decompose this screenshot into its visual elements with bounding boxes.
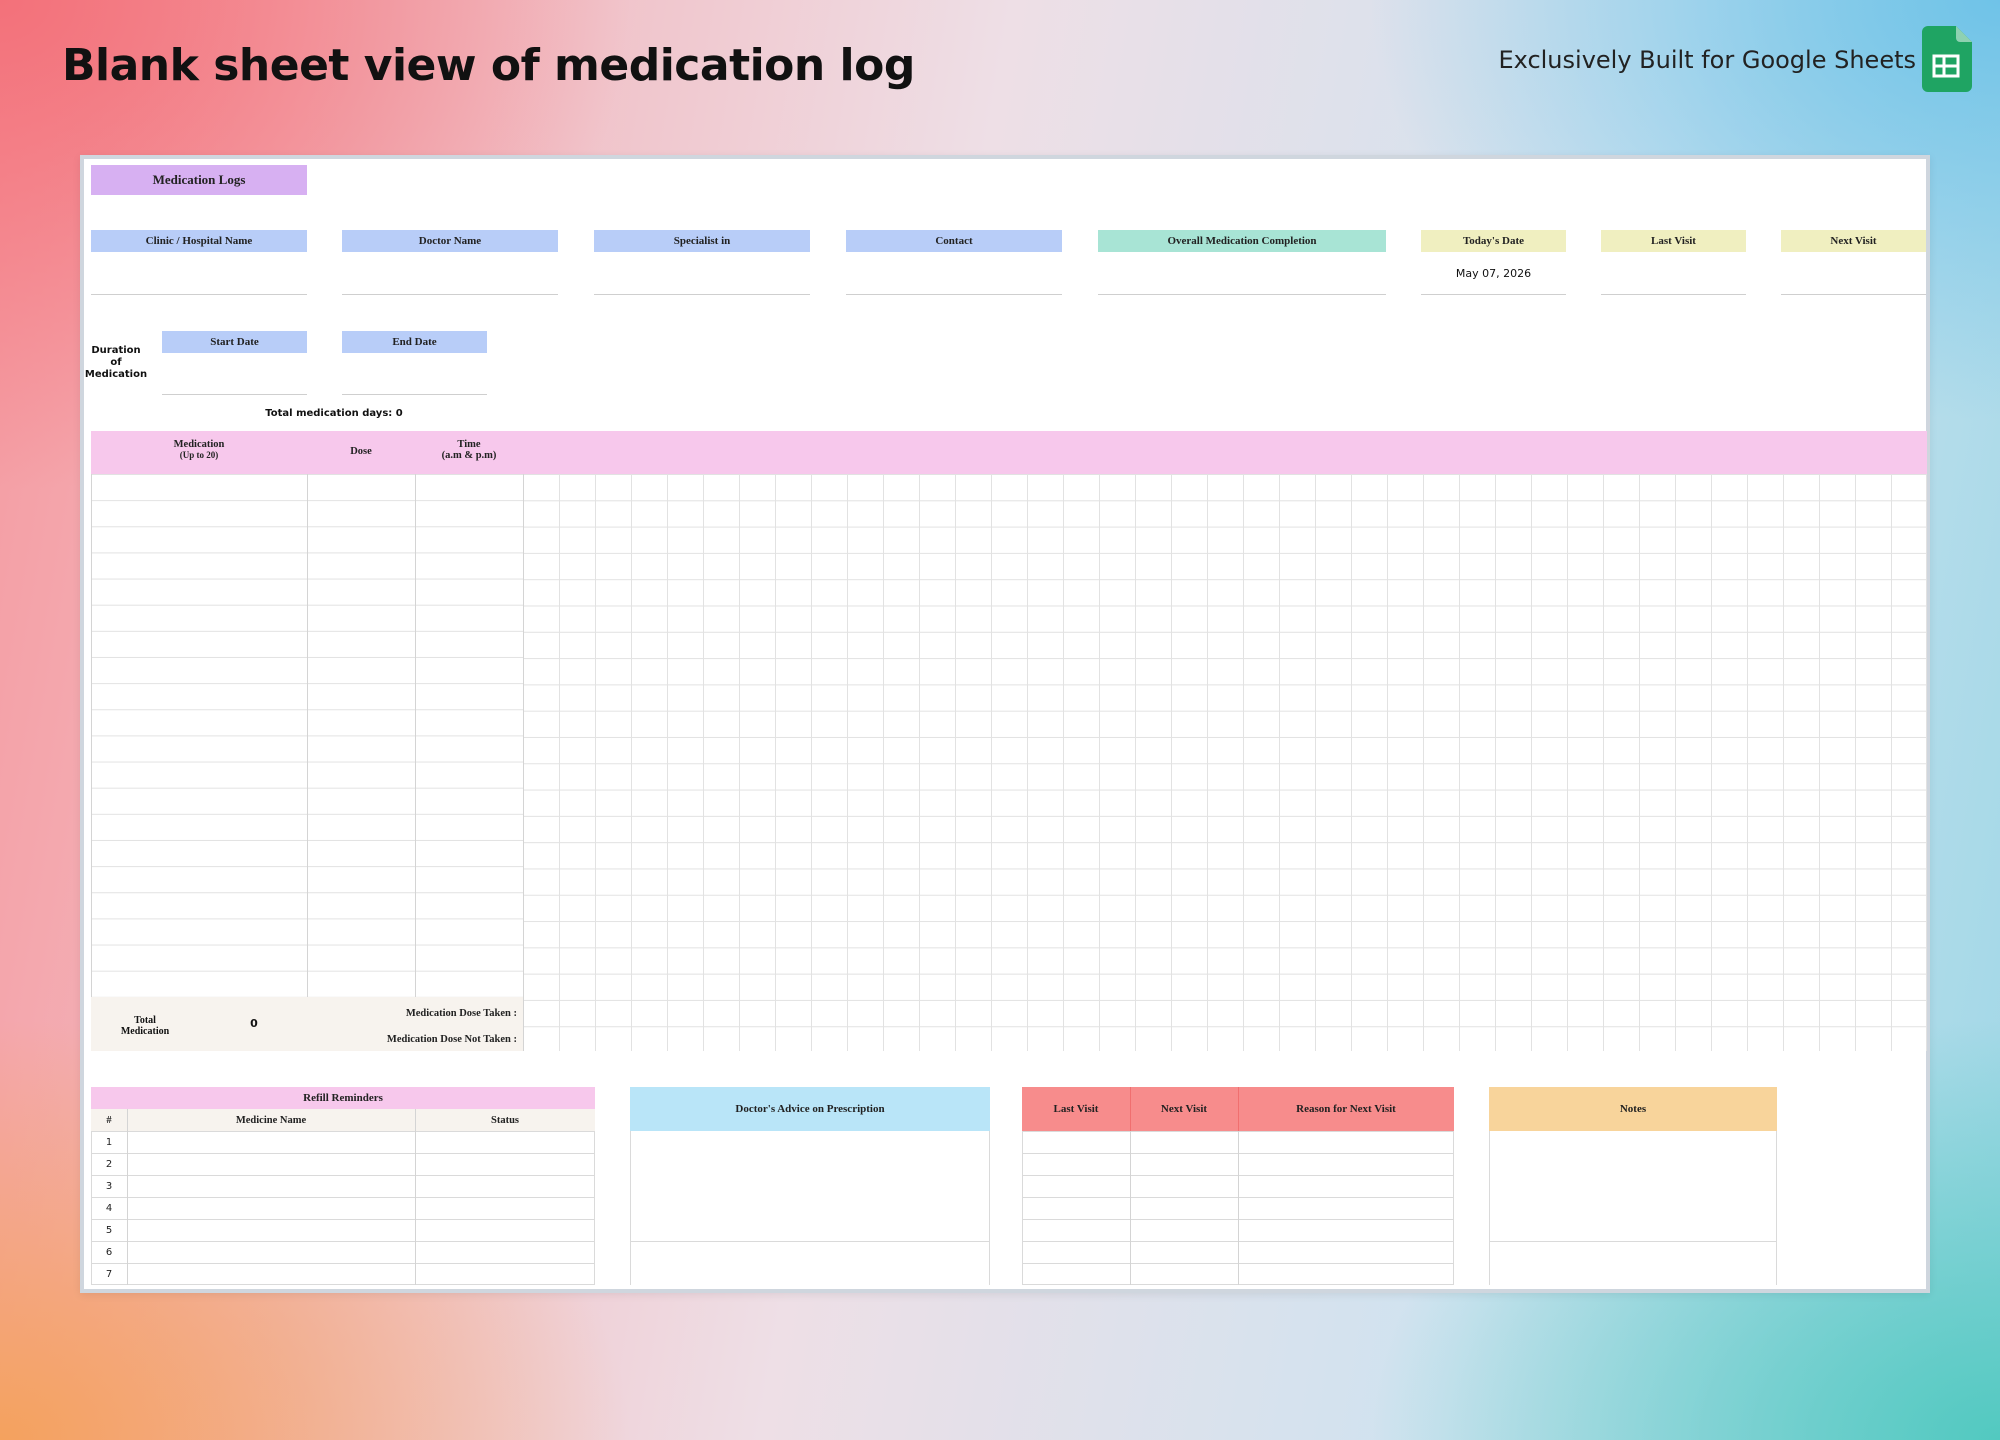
- advice-title: Doctor's Advice on Prescription: [630, 1087, 990, 1131]
- doctor-input-cell[interactable]: [342, 255, 558, 293]
- header-start-date: Start Date: [162, 331, 307, 353]
- header-end-date: End Date: [342, 331, 487, 353]
- notes-title: Notes: [1489, 1087, 1777, 1131]
- start-date-cell[interactable]: [162, 355, 307, 393]
- next-visit-underline: [1781, 294, 1926, 295]
- sheet-card: Medication Logs Clinic / Hospital Name D…: [80, 155, 1930, 1293]
- divider-medication-dose: [307, 474, 308, 997]
- header-contact: Contact: [846, 230, 1062, 252]
- divider-time-days: [523, 474, 524, 1051]
- todays-date-underline: [1421, 294, 1566, 295]
- total-medication-days: Total medication days: 0: [265, 408, 403, 419]
- duration-label-line2: of: [110, 357, 122, 368]
- refill-row-number: 7: [105, 1269, 113, 1280]
- notes-input-area[interactable]: [1489, 1131, 1777, 1285]
- total-medication-label-line1: Total: [134, 1015, 156, 1026]
- refill-divider-1: [127, 1109, 128, 1285]
- clinic-input-cell[interactable]: [91, 255, 307, 293]
- end-date-underline: [342, 394, 487, 395]
- refill-row-number: 2: [105, 1159, 113, 1170]
- header-time: Time (a.m & p.m): [415, 439, 523, 461]
- refill-row-number: 5: [105, 1225, 113, 1236]
- refill-table-body[interactable]: [91, 1131, 595, 1285]
- visits-divider-1: [1130, 1131, 1131, 1285]
- header-clinic: Clinic / Hospital Name: [91, 230, 307, 252]
- duration-label: Duration of Medication: [84, 345, 148, 381]
- header-medication-line1: Medication: [173, 439, 225, 450]
- header-next-visit: Next Visit: [1781, 230, 1926, 252]
- header-time-line1: Time: [457, 439, 481, 450]
- contact-input-cell[interactable]: [846, 255, 1062, 293]
- header-medication-line2: (Up to 20): [179, 450, 219, 460]
- header-dose: Dose: [350, 446, 372, 457]
- visits-header-divider-2: [1238, 1087, 1239, 1131]
- total-medication-label-line2: Medication: [120, 1026, 170, 1037]
- visits-divider-2: [1238, 1131, 1239, 1285]
- total-medication-value: 0: [250, 1017, 258, 1030]
- completion-underline: [1098, 294, 1386, 295]
- notes-divider: [1489, 1241, 1777, 1242]
- visits-header-divider-1: [1130, 1087, 1131, 1131]
- start-date-underline: [162, 394, 307, 395]
- refill-row-number: 4: [105, 1203, 113, 1214]
- end-date-cell[interactable]: [342, 355, 487, 393]
- grid-left-border: [91, 474, 92, 1051]
- header-time-line2: (a.m & p.m): [441, 450, 497, 461]
- dose-taken-label: Medication Dose Taken :: [405, 1008, 517, 1019]
- visits-col-reason: Reason for Next Visit: [1238, 1087, 1454, 1131]
- header-last-visit: Last Visit: [1601, 230, 1746, 252]
- refill-row-number: 3: [105, 1181, 113, 1192]
- header-completion: Overall Medication Completion: [1098, 230, 1386, 252]
- refill-col-status: Status: [490, 1115, 519, 1126]
- dose-not-taken-label: Medication Dose Not Taken :: [386, 1034, 517, 1045]
- sheet-title: Medication Logs: [91, 165, 307, 195]
- next-visit-cell[interactable]: [1781, 255, 1926, 293]
- page-headline: Blank sheet view of medication log: [62, 40, 915, 91]
- refill-col-num: #: [106, 1115, 112, 1126]
- clinic-underline: [91, 294, 307, 295]
- google-sheets-icon: [1922, 26, 1972, 92]
- last-visit-underline: [1601, 294, 1746, 295]
- contact-underline: [846, 294, 1062, 295]
- total-medication-label: Total Medication: [91, 1015, 199, 1037]
- refill-row-number: 1: [105, 1137, 113, 1148]
- specialist-underline: [594, 294, 810, 295]
- duration-label-line1: Duration: [91, 345, 141, 356]
- visits-col-next: Next Visit: [1130, 1087, 1238, 1131]
- todays-date-value: May 07, 2026: [1455, 267, 1532, 280]
- completion-cell[interactable]: [1098, 255, 1386, 293]
- divider-dose-time: [415, 474, 416, 997]
- header-medication: Medication (Up to 20): [91, 439, 307, 461]
- visits-col-last: Last Visit: [1022, 1087, 1130, 1131]
- refill-title: Refill Reminders: [91, 1087, 595, 1109]
- duration-label-line3: Medication: [84, 369, 148, 380]
- brand-tagline: Exclusively Built for Google Sheets: [1498, 46, 1917, 74]
- header-todays-date: Today's Date: [1421, 230, 1566, 252]
- last-visit-cell[interactable]: [1601, 255, 1746, 293]
- refill-row-number: 6: [105, 1247, 113, 1258]
- advice-divider: [630, 1241, 990, 1242]
- header-doctor: Doctor Name: [342, 230, 558, 252]
- refill-divider-2: [415, 1109, 416, 1285]
- refill-row-numbers: 1 2 3 4 5 6 7: [91, 1131, 127, 1285]
- advice-input-area[interactable]: [630, 1131, 990, 1285]
- header-specialist: Specialist in: [594, 230, 810, 252]
- specialist-input-cell[interactable]: [594, 255, 810, 293]
- refill-col-name: Medicine Name: [235, 1115, 307, 1126]
- doctor-underline: [342, 294, 558, 295]
